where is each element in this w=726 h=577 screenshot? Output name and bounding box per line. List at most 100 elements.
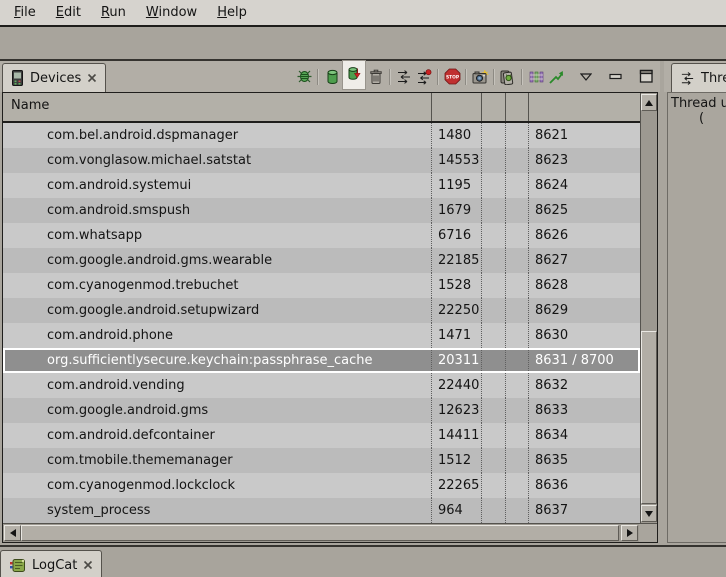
horizontal-scrollbar[interactable] <box>3 523 657 542</box>
main-area: Devices <box>0 61 726 545</box>
cell-empty-2 <box>505 448 528 473</box>
dump-hprof-icon[interactable] <box>342 60 366 90</box>
device-client-row[interactable]: com.android.vending 22440 8632 <box>3 373 640 398</box>
device-client-row[interactable]: com.android.systemui 1195 8624 <box>3 173 640 198</box>
cell-empty-2 <box>505 123 528 148</box>
cell-pid: 22265 <box>431 473 481 498</box>
maximize-icon[interactable] <box>636 67 656 87</box>
cell-name: com.cyanogenmod.trebuchet <box>3 273 431 298</box>
vertical-scrollbar[interactable] <box>640 93 657 523</box>
stop-process-icon[interactable]: STOP <box>442 67 462 87</box>
minimize-icon[interactable] <box>606 67 626 87</box>
scroll-down-button[interactable] <box>641 505 657 522</box>
cell-pid: 12623 <box>431 398 481 423</box>
cause-gc-icon[interactable] <box>366 67 386 87</box>
cell-empty-2 <box>505 398 528 423</box>
device-client-row[interactable]: com.google.android.gms 12623 8633 <box>3 398 640 423</box>
cell-port: 8629 <box>528 298 640 323</box>
device-client-row[interactable]: com.android.defcontainer 14411 8634 <box>3 423 640 448</box>
cell-empty-1 <box>481 398 505 423</box>
menu-window[interactable]: Window <box>136 2 207 23</box>
device-client-row[interactable]: com.vonglasow.michael.satstat 14553 8623 <box>3 148 640 173</box>
cell-pid: 1480 <box>431 123 481 148</box>
cell-empty-1 <box>481 123 505 148</box>
scroll-up-button[interactable] <box>641 94 657 111</box>
tab-devices[interactable]: Devices <box>2 63 106 92</box>
toolbar-separator <box>317 69 319 85</box>
cell-port: 8625 <box>528 198 640 223</box>
device-views-icon[interactable] <box>498 67 518 87</box>
device-client-row[interactable]: com.android.smspush 1679 8625 <box>3 198 640 223</box>
threads-tabbar: Threads <box>664 61 726 92</box>
menu-file[interactable]: File <box>4 2 46 23</box>
column-divider[interactable] <box>528 93 529 121</box>
menu-edit[interactable]: Edit <box>46 2 91 23</box>
cell-empty-2 <box>505 173 528 198</box>
device-client-row[interactable]: org.sufficientlysecure.keychain:passphra… <box>3 348 640 373</box>
start-method-profiling-icon[interactable] <box>414 67 434 87</box>
stop-icon-label: STOP <box>445 74 459 80</box>
devices-table: Name com.bel.android.dspmanager 1480 862… <box>2 92 658 543</box>
cell-name: com.android.systemui <box>3 173 431 198</box>
device-client-row[interactable]: com.bel.android.dspmanager 1480 8621 <box>3 123 640 148</box>
tab-logcat[interactable]: LogCat <box>0 550 102 577</box>
devices-toolbar: STOP <box>294 61 656 92</box>
systrace-icon[interactable] <box>526 67 546 87</box>
horizontal-scrollbar-thumb[interactable] <box>21 525 619 541</box>
device-client-row[interactable]: com.google.android.setupwizard 22250 862… <box>3 298 640 323</box>
cell-pid: 1528 <box>431 273 481 298</box>
cell-pid: 1195 <box>431 173 481 198</box>
cell-port: 8634 <box>528 423 640 448</box>
cell-name: com.bel.android.dspmanager <box>3 123 431 148</box>
cell-pid: 1512 <box>431 448 481 473</box>
cell-empty-1 <box>481 298 505 323</box>
column-header-name[interactable]: Name <box>11 98 49 113</box>
device-client-row[interactable]: com.cyanogenmod.trebuchet 1528 8628 <box>3 273 640 298</box>
vertical-scrollbar-thumb[interactable] <box>641 331 657 504</box>
devices-table-body: com.bel.android.dspmanager 1480 8621 com… <box>3 123 640 523</box>
device-client-row[interactable]: com.google.android.gms.wearable 22185 86… <box>3 248 640 273</box>
cell-port: 8631 / 8700 <box>528 348 640 373</box>
cell-name: com.android.vending <box>3 373 431 398</box>
close-icon[interactable] <box>83 560 93 570</box>
column-divider[interactable] <box>481 93 482 121</box>
device-client-row[interactable]: com.android.phone 1471 8630 <box>3 323 640 348</box>
debug-process-icon[interactable] <box>294 67 314 87</box>
opengl-trace-icon[interactable] <box>546 67 566 87</box>
device-client-row[interactable]: com.tmobile.thememanager 1512 8635 <box>3 448 640 473</box>
scroll-right-button[interactable] <box>621 525 638 541</box>
cell-empty-2 <box>505 348 528 373</box>
cell-empty-2 <box>505 323 528 348</box>
view-menu-icon[interactable] <box>576 67 596 87</box>
cell-empty-2 <box>505 198 528 223</box>
device-client-row[interactable]: com.cyanogenmod.lockclock 22265 8636 <box>3 473 640 498</box>
threads-icon <box>680 71 695 86</box>
cell-port: 8635 <box>528 448 640 473</box>
bottom-strip: LogCat <box>0 545 726 577</box>
device-client-row[interactable]: com.whatsapp 6716 8626 <box>3 223 640 248</box>
cell-port: 8633 <box>528 398 640 423</box>
column-divider[interactable] <box>505 93 506 121</box>
cell-empty-2 <box>505 373 528 398</box>
cell-pid: 964 <box>431 498 481 523</box>
toolbar-separator <box>389 69 391 85</box>
cell-empty-1 <box>481 373 505 398</box>
cell-empty-1 <box>481 248 505 273</box>
menu-help[interactable]: Help <box>207 2 257 23</box>
cell-port: 8630 <box>528 323 640 348</box>
device-client-row[interactable]: system_process 964 8637 <box>3 498 640 523</box>
threads-message-line2: ( <box>668 111 726 126</box>
screen-capture-icon[interactable] <box>470 67 490 87</box>
cell-port: 8637 <box>528 498 640 523</box>
cell-empty-1 <box>481 148 505 173</box>
menu-run[interactable]: Run <box>91 2 136 23</box>
close-icon[interactable] <box>87 73 97 83</box>
update-heap-icon[interactable] <box>322 67 342 87</box>
scroll-left-button[interactable] <box>4 525 21 541</box>
tab-threads[interactable]: Threads <box>671 63 726 92</box>
cell-empty-2 <box>505 148 528 173</box>
update-threads-icon[interactable] <box>394 67 414 87</box>
logcat-icon <box>9 558 26 573</box>
column-divider[interactable] <box>431 93 432 121</box>
ddms-window: File Edit Run Window Help <box>0 0 726 577</box>
